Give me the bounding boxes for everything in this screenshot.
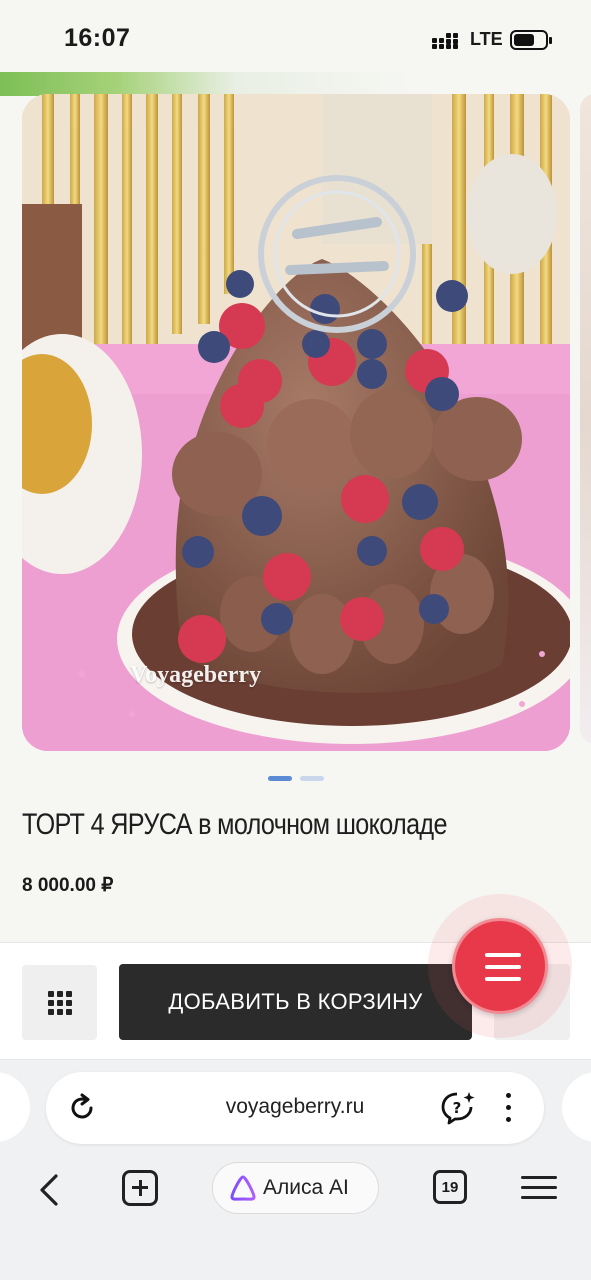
status-bar: 16:07 LTE (0, 0, 591, 78)
decorative-header-strip (0, 72, 591, 96)
back-icon[interactable] (34, 1170, 66, 1210)
more-icon[interactable] (498, 1090, 518, 1126)
alice-label: Алиса AI (263, 1176, 349, 1199)
page: 16:07 LTE Voyageberry ТОРТ 4 ЯРУСА в мол… (0, 0, 591, 1280)
product-title: ТОРТ 4 ЯРУСА в молочном шоколаде (22, 808, 447, 841)
address-bar[interactable]: voyageberry.ru ? (46, 1072, 544, 1144)
svg-text:?: ? (453, 1099, 462, 1117)
photo-watermark: Voyageberry (130, 662, 262, 688)
previous-tab-peek[interactable] (0, 1072, 30, 1142)
network-type: LTE (470, 29, 503, 49)
grid-menu-button[interactable] (22, 965, 97, 1040)
product-photo[interactable]: Voyageberry (22, 94, 570, 751)
alice-assistant-button[interactable]: Алиса AI (212, 1162, 379, 1214)
next-photo-peek[interactable] (580, 94, 591, 744)
product-photo-illustration (22, 94, 570, 751)
browser-chrome: voyageberry.ru ? Алиса AI 19 (0, 1060, 591, 1280)
carousel-dot-active[interactable] (268, 776, 292, 781)
product-price: 8 000.00 ₽ (22, 875, 114, 896)
grid-icon (48, 991, 72, 1015)
assistant-icon[interactable]: ? (440, 1090, 476, 1126)
bottom-navigation: Алиса AI 19 (0, 1156, 591, 1236)
carousel-dot[interactable] (300, 776, 324, 781)
signal-icon (432, 33, 460, 49)
clock: 16:07 (64, 24, 131, 52)
new-tab-icon[interactable] (122, 1170, 158, 1206)
hamburger-icon[interactable] (521, 1174, 557, 1202)
tabs-icon[interactable]: 19 (433, 1170, 467, 1204)
carousel-indicator (268, 768, 332, 786)
add-to-cart-button[interactable]: ДОБАВИТЬ В КОРЗИНУ (119, 964, 472, 1040)
battery-icon (510, 30, 552, 50)
next-tab-peek[interactable] (562, 1072, 591, 1142)
floating-menu-button[interactable] (452, 918, 548, 1014)
alice-icon (230, 1175, 256, 1201)
